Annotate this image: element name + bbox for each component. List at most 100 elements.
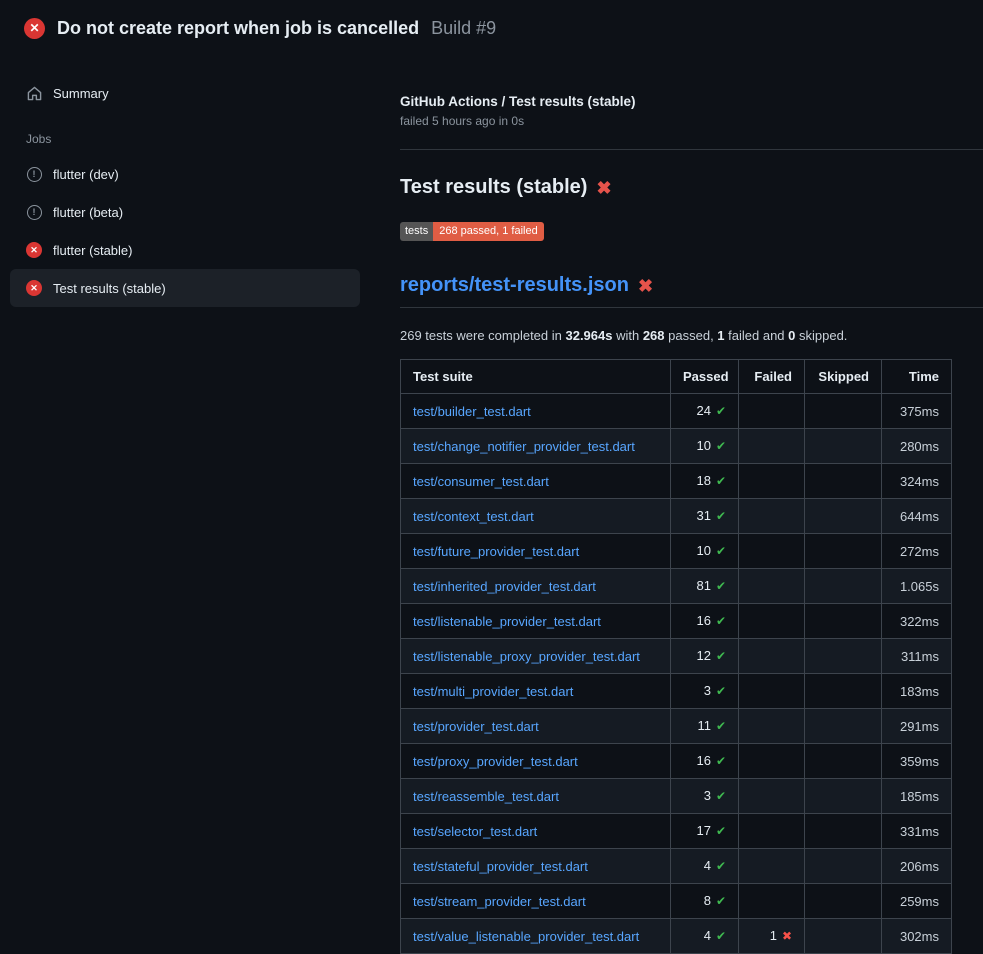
test-suite-cell: test/change_notifier_provider_test.dart (401, 429, 671, 464)
test-suite-link[interactable]: test/proxy_provider_test.dart (413, 754, 578, 769)
summary-duration: 32.964s (565, 328, 612, 343)
sidebar-item-label: Test results (stable) (53, 281, 166, 296)
check-icon: ✔ (716, 544, 726, 558)
table-row: test/proxy_provider_test.dart 16 ✔ 359ms (401, 744, 952, 779)
failed-cell (739, 429, 805, 464)
time-cell: 322ms (882, 604, 952, 639)
test-suite-link[interactable]: test/value_listenable_provider_test.dart (413, 929, 639, 944)
sidebar-item-test-results-stable[interactable]: ✕ Test results (stable) (10, 269, 360, 307)
test-suite-link[interactable]: test/selector_test.dart (413, 824, 537, 839)
test-suite-cell: test/stateful_provider_test.dart (401, 849, 671, 884)
summary-text: passed, (665, 328, 718, 343)
header-test-suite: Test suite (401, 360, 671, 394)
time-cell: 331ms (882, 814, 952, 849)
test-suite-link[interactable]: test/listenable_proxy_provider_test.dart (413, 649, 640, 664)
report-link[interactable]: reports/test-results.json (400, 274, 629, 297)
failed-cell (739, 569, 805, 604)
check-icon: ✔ (716, 859, 726, 873)
sidebar-item-flutter-dev[interactable]: ! flutter (dev) (10, 155, 360, 193)
breadcrumb: GitHub Actions / Test results (stable) (400, 94, 983, 109)
test-suite-link[interactable]: test/inherited_provider_test.dart (413, 579, 596, 594)
results-table: Test suite Passed Failed Skipped Time te… (400, 359, 952, 954)
check-icon: ✔ (716, 754, 726, 768)
check-icon: ✔ (716, 439, 726, 453)
table-row: test/listenable_proxy_provider_test.dart… (401, 639, 952, 674)
page-title: Do not create report when job is cancell… (57, 18, 419, 39)
test-suite-link[interactable]: test/provider_test.dart (413, 719, 539, 734)
passed-cell: 3✔ (671, 674, 739, 709)
skipped-cell (805, 849, 882, 884)
test-suite-link[interactable]: test/stateful_provider_test.dart (413, 859, 588, 874)
test-suite-link[interactable]: test/future_provider_test.dart (413, 544, 579, 559)
github-checks-page: ✕ Do not create report when job is cance… (0, 0, 983, 954)
home-icon (26, 85, 42, 101)
section-title-text: Test results (stable) (400, 176, 587, 199)
test-suite-link[interactable]: test/listenable_provider_test.dart (413, 614, 601, 629)
failed-x-icon: ✖ (638, 277, 653, 295)
failed-cell: 1✖ (739, 919, 805, 954)
main-panel: GitHub Actions / Test results (stable) f… (370, 56, 983, 954)
passed-count: 4 (704, 858, 711, 873)
failed-cell (739, 779, 805, 814)
sidebar-item-flutter-stable[interactable]: ✕ flutter (stable) (10, 231, 360, 269)
test-suite-cell: test/multi_provider_test.dart (401, 674, 671, 709)
skipped-cell (805, 779, 882, 814)
table-row: test/reassemble_test.dart3✔185ms (401, 779, 952, 814)
test-suite-cell: test/reassemble_test.dart (401, 779, 671, 814)
passed-cell: 16✔ (671, 604, 739, 639)
summary-text: skipped. (795, 328, 847, 343)
job-neutral-icon: ! (26, 166, 42, 182)
skipped-cell (805, 709, 882, 744)
job-neutral-icon: ! (26, 204, 42, 220)
table-row: test/listenable_provider_test.dart 16✔ 322… (401, 604, 952, 639)
passed-count: 10 (696, 543, 710, 558)
check-icon: ✔ (716, 509, 726, 523)
test-suite-link[interactable]: test/context_test.dart (413, 509, 534, 524)
table-row: test/multi_provider_test.dart 3✔ 183ms (401, 674, 952, 709)
badge-value: 268 passed, 1 failed (433, 222, 543, 241)
test-suite-cell: test/provider_test.dart (401, 709, 671, 744)
test-suite-link[interactable]: test/consumer_test.dart (413, 474, 549, 489)
test-suite-link[interactable]: test/change_notifier_provider_test.dart (413, 439, 635, 454)
passed-count: 16 (696, 613, 710, 628)
time-cell: 311ms (882, 639, 952, 674)
passed-cell: 11✔ (671, 709, 739, 744)
passed-cell: 81✔ (671, 569, 739, 604)
test-suite-link[interactable]: test/reassemble_test.dart (413, 789, 559, 804)
failed-cell (739, 884, 805, 919)
passed-cell: 8✔ (671, 884, 739, 919)
skipped-cell (805, 639, 882, 674)
table-row: test/inherited_provider_test.dart81✔1.06… (401, 569, 952, 604)
test-suite-link[interactable]: test/stream_provider_test.dart (413, 894, 586, 909)
skipped-cell (805, 499, 882, 534)
report-title: reports/test-results.json ✖ (400, 274, 983, 308)
test-suite-cell: test/stream_provider_test.dart (401, 884, 671, 919)
content-area: Summary Jobs ! flutter (dev) ! flutter (… (0, 56, 983, 954)
check-icon: ✔ (716, 824, 726, 838)
time-cell: 359ms (882, 744, 952, 779)
check-icon: ✔ (716, 929, 726, 943)
passed-count: 16 (696, 753, 710, 768)
test-suite-cell: test/future_provider_test.dart (401, 534, 671, 569)
sidebar-item-label: flutter (beta) (53, 205, 123, 220)
check-icon: ✔ (716, 474, 726, 488)
passed-count: 8 (704, 893, 711, 908)
failed-cell (739, 639, 805, 674)
time-cell: 324ms (882, 464, 952, 499)
test-suite-link[interactable]: test/multi_provider_test.dart (413, 684, 573, 699)
tests-status-badge: tests 268 passed, 1 failed (400, 222, 544, 241)
test-suite-link[interactable]: test/builder_test.dart (413, 404, 531, 419)
header-skipped: Skipped (805, 360, 882, 394)
summary-text: 269 tests were completed in (400, 328, 565, 343)
passed-cell: 17✔ (671, 814, 739, 849)
table-header-row: Test suite Passed Failed Skipped Time (401, 360, 952, 394)
sidebar-item-label: flutter (dev) (53, 167, 119, 182)
check-icon: ✔ (716, 404, 726, 418)
skipped-cell (805, 429, 882, 464)
table-row: test/context_test.dart31✔644ms (401, 499, 952, 534)
time-cell: 206ms (882, 849, 952, 884)
passed-cell: 24✔ (671, 394, 739, 429)
time-cell: 183ms (882, 674, 952, 709)
sidebar-item-flutter-beta[interactable]: ! flutter (beta) (10, 193, 360, 231)
sidebar-item-summary[interactable]: Summary (10, 74, 360, 112)
